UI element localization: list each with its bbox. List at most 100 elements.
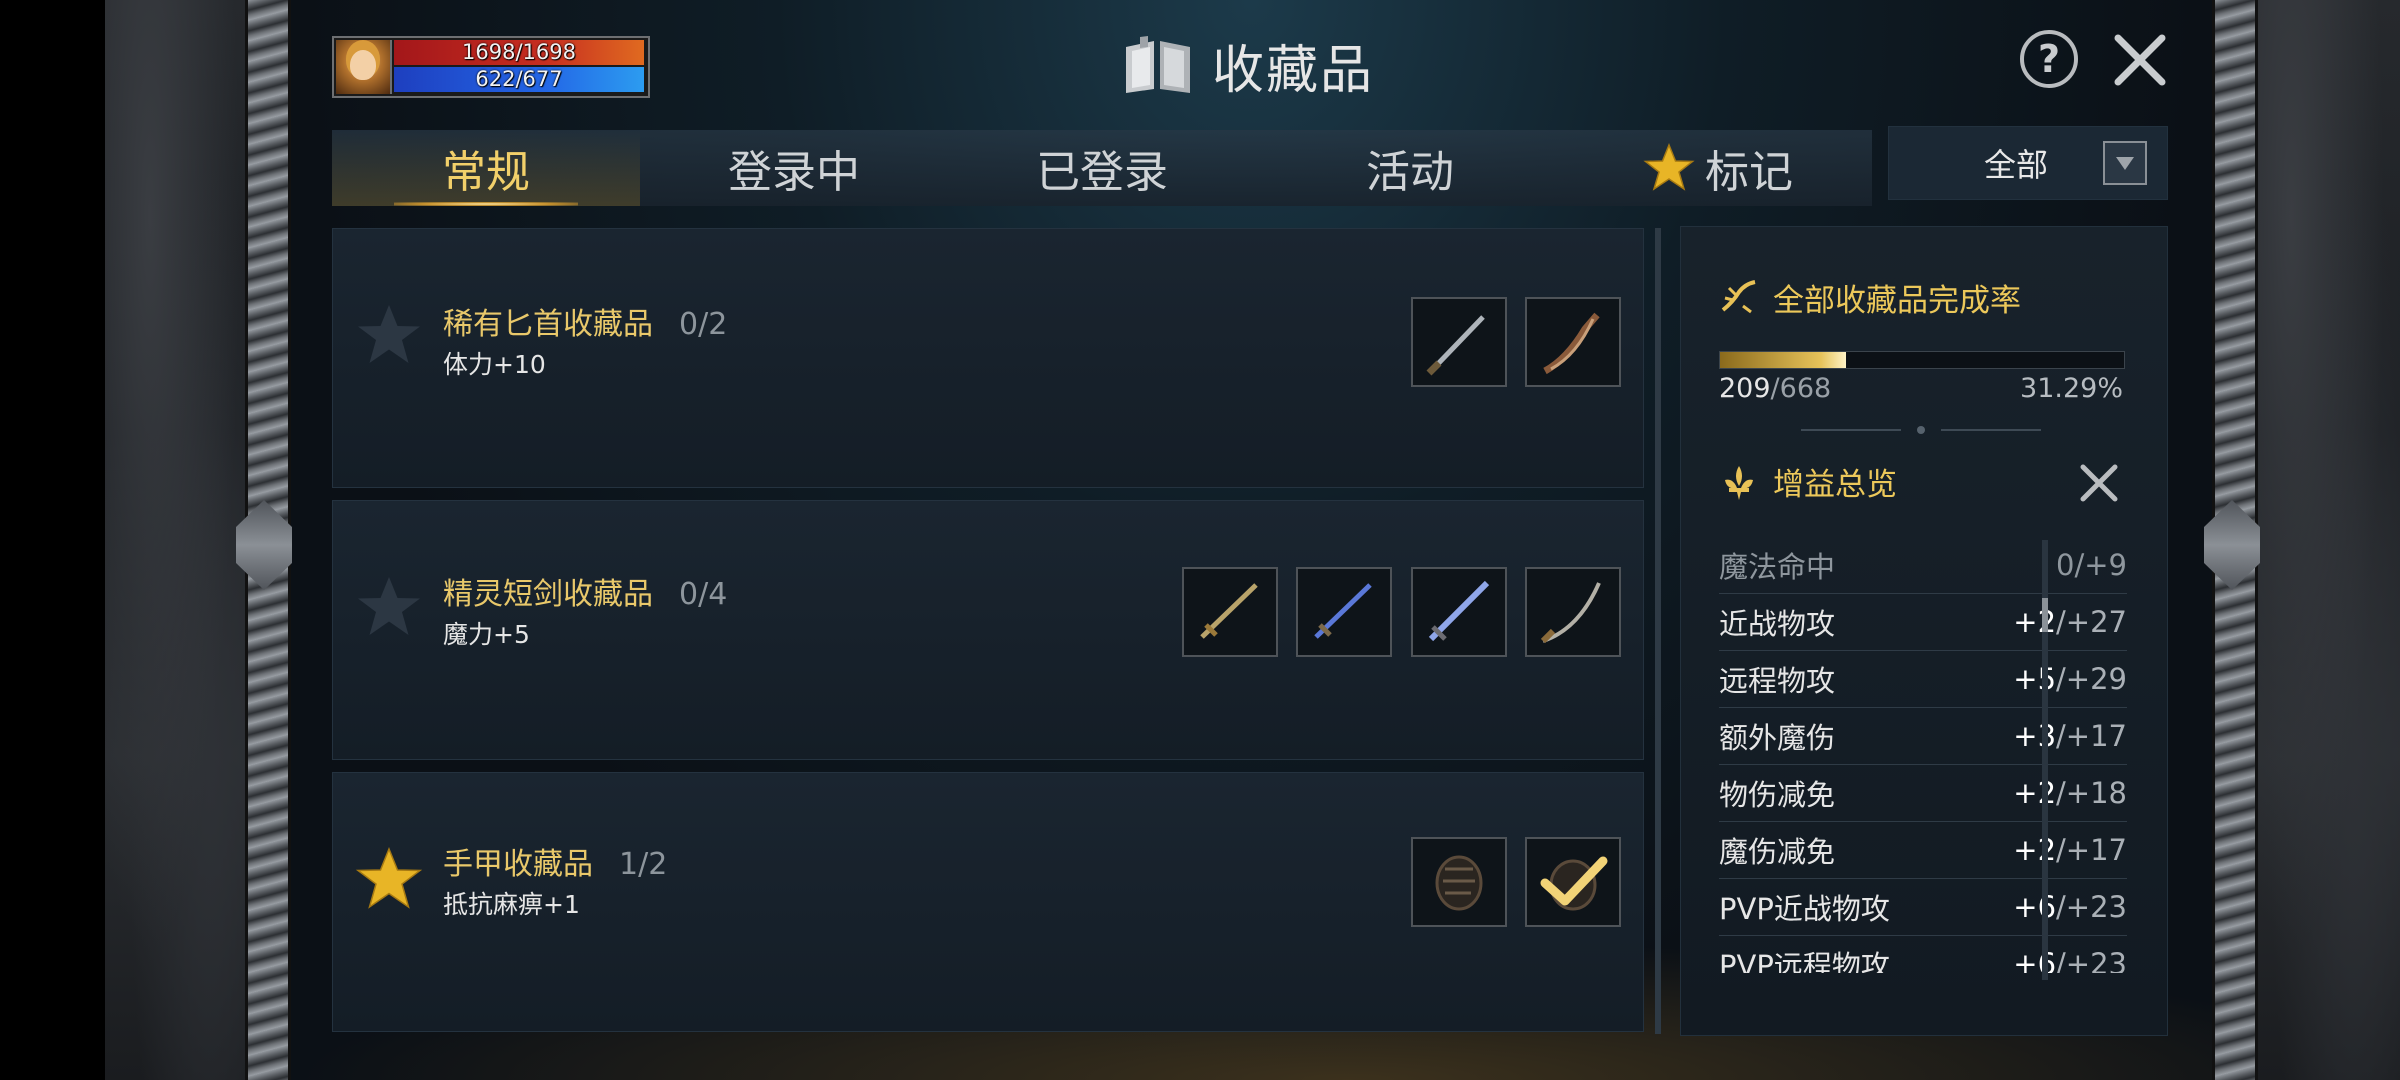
collection-name: 精灵短剑收藏品 0/4 [443,569,727,613]
buff-max: /+17 [2056,719,2127,753]
close-icon[interactable] [2077,461,2121,505]
completion-progress-bar [1719,351,2125,369]
collection-panel: 1698/1698 622/677 收藏品 ? 常规 登录中 已登录 活动 标记… [290,0,2212,1080]
tab-label: 登录中 [728,147,860,198]
filter-dropdown[interactable]: 全部 [1888,126,2168,200]
buff-current: +6 [2013,890,2057,924]
buff-row: 魔伤减免 +2/+17 [1719,822,2127,879]
buff-value: +6/+23 [2013,947,2127,973]
collection-bonus: 抵抗麻痹+1 [443,890,580,919]
star-icon[interactable] [355,573,423,641]
blue-blade-icon [1428,580,1490,642]
completion-total: /668 [1770,373,1832,404]
buff-row: 魔法命中 0/+9 [1719,537,2127,594]
buff-name: 额外魔伤 [1719,721,1836,755]
item-slot[interactable] [1525,567,1621,657]
buff-scrollbar[interactable] [2042,540,2048,980]
short-sword-icon [1200,583,1258,639]
buff-max: /+27 [2056,605,2127,639]
tab-regular[interactable]: 常规 [332,130,640,206]
collection-name: 手甲收藏品 1/2 [443,839,667,883]
buff-value: +6/+23 [2013,890,2127,924]
buff-name: 魔法命中 [1719,550,1836,584]
tab-label: 活动 [1366,147,1454,198]
collection-card[interactable]: 精灵短剑收藏品 0/4 魔力+5 [332,500,1644,760]
buff-list[interactable]: 魔法命中 0/+9 近战物攻 +2/+27 远程物攻 +5/+29 额外魔伤 +… [1719,537,2127,973]
completion-header: 全部收藏品完成率 [1719,275,2021,320]
flourish-icon [1721,279,1756,313]
buff-row: 近战物攻 +2/+27 [1719,594,2127,651]
collection-bonus: 体力+10 [443,350,546,379]
scimitar-icon [1540,582,1601,644]
completion-count: 209/668 [1719,373,1831,404]
buff-current: +5 [2013,662,2057,696]
chevron-down-icon [2103,141,2147,185]
buff-name: 魔伤减免 [1719,835,1836,869]
completion-collected: 209 [1719,373,1771,404]
tab-marked[interactable]: 标记 [1564,130,1872,206]
item-slot[interactable] [1411,297,1507,387]
buff-max: /+18 [2056,776,2127,810]
item-slot[interactable] [1182,567,1278,657]
player-status: 1698/1698 622/677 [332,36,650,98]
help-button[interactable]: ? [2020,30,2078,88]
completion-percent: 31.29% [2020,373,2123,404]
close-icon[interactable] [2110,30,2170,90]
item-slot[interactable] [1296,567,1392,657]
tab-registered[interactable]: 已登录 [948,130,1256,206]
list-scrollbar[interactable] [1655,228,1661,1034]
ornament-divider [1801,426,2041,434]
item-slot[interactable] [1525,837,1621,927]
buff-value: +3/+17 [2013,719,2127,753]
star-icon[interactable] [355,301,423,369]
buff-name: PVP远程物攻 [1719,949,1890,973]
completion-title: 全部收藏品完成率 [1773,283,2021,319]
item-slot[interactable] [1411,567,1507,657]
collection-name: 稀有匕首收藏品 0/2 [443,299,727,343]
buff-max: /+9 [2074,548,2127,582]
item-slot[interactable] [1411,837,1507,927]
tab-bar: 常规 登录中 已登录 活动 标记 [332,130,1872,206]
collection-card[interactable]: 手甲收藏品 1/2 抵抗麻痹+1 [332,772,1644,1032]
buff-max: /+17 [2056,833,2127,867]
star-icon[interactable] [355,845,423,913]
collection-card[interactable]: 稀有匕首收藏品 0/2 体力+10 [332,228,1644,488]
buff-name: 物伤减免 [1719,778,1836,812]
tab-event[interactable]: 活动 [1256,130,1564,206]
buff-name: PVP近战物攻 [1719,892,1890,926]
hp-bar: 1698/1698 [394,40,644,65]
player-avatar[interactable] [336,40,392,94]
buff-row: PVP近战物攻 +6/+23 [1719,879,2127,936]
tab-registering[interactable]: 登录中 [640,130,948,206]
buff-value: +2/+27 [2013,605,2127,639]
buff-row: PVP远程物攻 +6/+23 [1719,936,2127,973]
buff-current: +6 [2013,947,2057,973]
mp-bar: 622/677 [394,67,644,92]
buff-row: 远程物攻 +5/+29 [1719,651,2127,708]
buff-value: +2/+17 [2013,833,2127,867]
buff-current: +2 [2013,605,2057,639]
summary-panel: 全部收藏品完成率 209/668 31.29% 增益总览 魔法命中 0/+9 近… [1680,226,2168,1036]
buff-max: /+23 [2056,890,2127,924]
blue-sword-icon [1314,583,1372,639]
collection-title: 手甲收藏品 [443,847,593,882]
fleur-icon [1725,465,1753,500]
buff-name: 远程物攻 [1719,664,1836,698]
collection-list[interactable]: 稀有匕首收藏品 0/2 体力+10 精灵短剑收藏品 0/4 魔力+5 手甲收藏品… [332,228,1650,1034]
buff-value: +5/+29 [2013,662,2127,696]
stone-background-left [105,0,255,1080]
curved-dagger-icon [1543,312,1600,375]
tab-label: 标记 [1705,147,1793,198]
collection-bonus: 魔力+5 [443,620,530,649]
item-slot[interactable] [1525,297,1621,387]
buff-current: +2 [2013,833,2057,867]
collection-title: 稀有匕首收藏品 [443,307,653,342]
gauntlet-icon [1435,855,1483,911]
filter-selected: 全部 [1983,146,2048,184]
collection-count: 0/2 [679,307,728,342]
checkmark-icon [1540,856,1608,906]
collection-count: 1/2 [619,847,668,882]
page-title: 收藏品 [1120,30,1375,101]
title-text: 收藏品 [1212,40,1375,101]
buff-current: +3 [2013,719,2057,753]
